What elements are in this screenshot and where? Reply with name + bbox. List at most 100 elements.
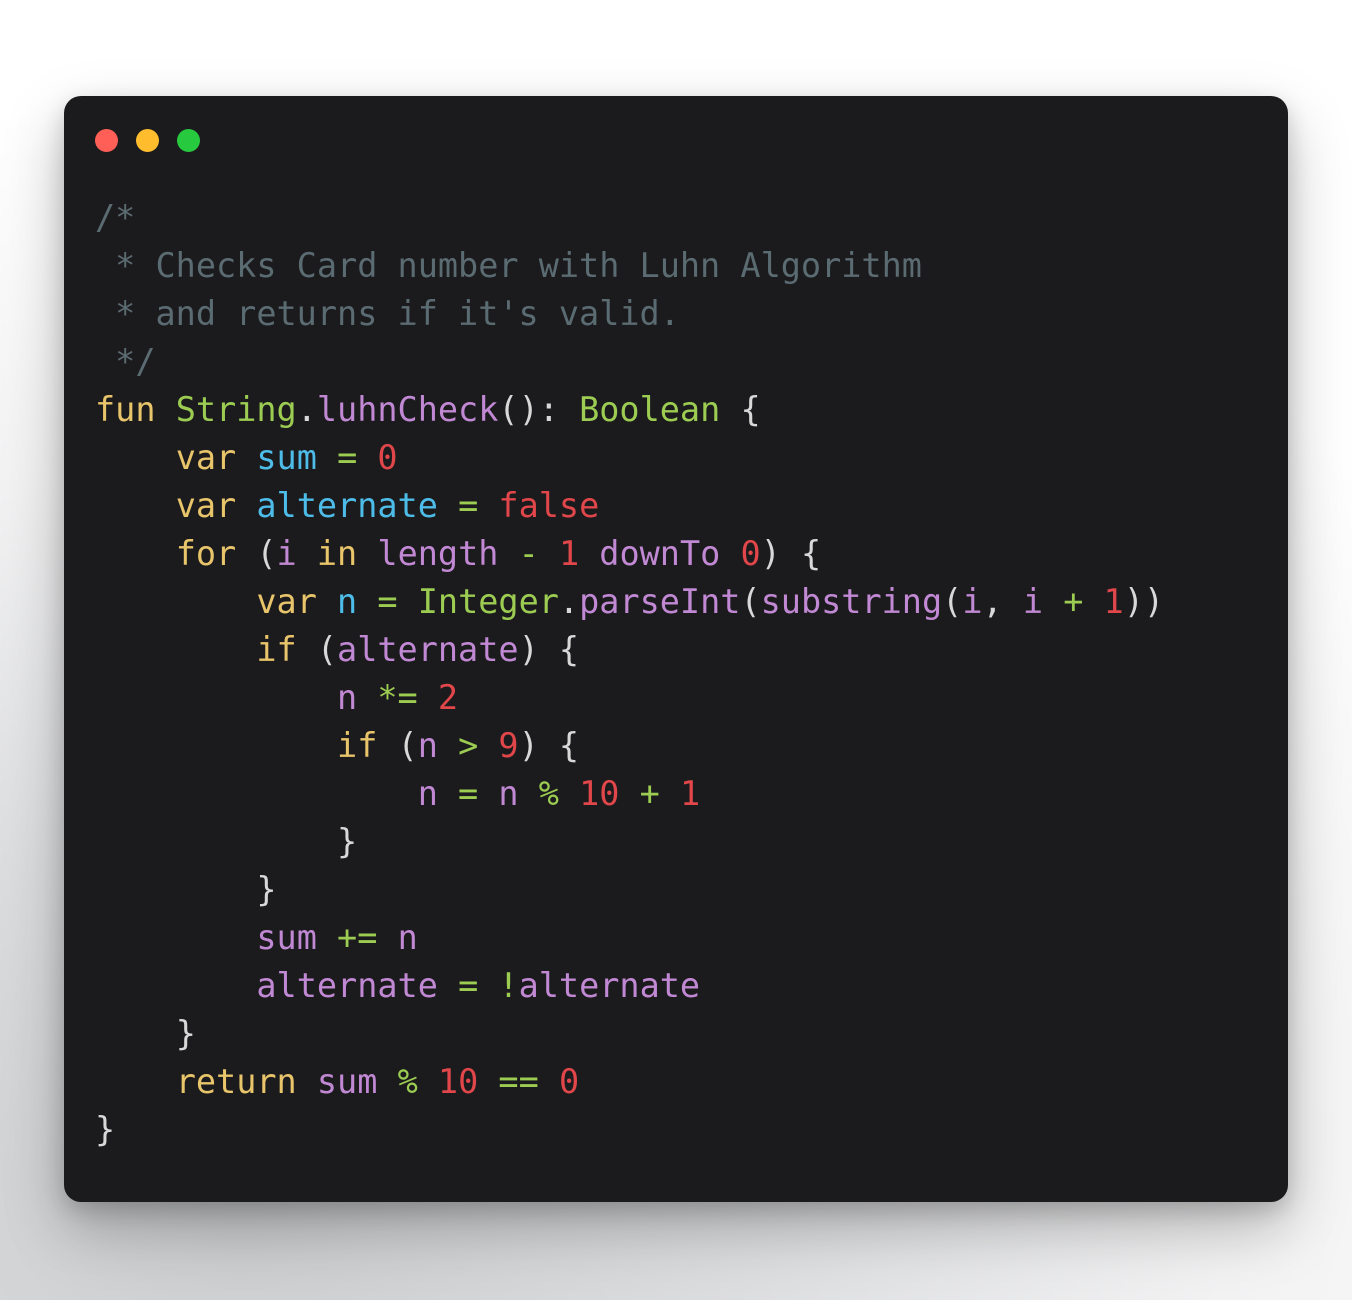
code-line: return sum % 10 == 0 bbox=[95, 1058, 1288, 1106]
maximize-window-icon[interactable] bbox=[177, 128, 200, 152]
code-token-punct: (): bbox=[498, 390, 580, 429]
code-token-op: % bbox=[538, 774, 559, 813]
minimize-window-icon[interactable] bbox=[136, 128, 159, 152]
screenshot-canvas: /* * Checks Card number with Luhn Algori… bbox=[0, 0, 1352, 1300]
code-token-punct: { bbox=[720, 390, 761, 429]
code-token-op: - bbox=[518, 534, 539, 573]
code-token-keyword: if bbox=[337, 726, 378, 765]
code-token-punct: )) bbox=[1123, 582, 1165, 621]
code-token-func: luhnCheck bbox=[316, 390, 499, 429]
code-token-keyword: var bbox=[175, 486, 237, 525]
code-token-punct: ( bbox=[740, 582, 761, 621]
code-token-op: + bbox=[1063, 582, 1084, 621]
code-token-keyword: if bbox=[256, 630, 297, 669]
code-token-num: 0 bbox=[740, 534, 761, 573]
code-token-num: 10 bbox=[437, 1062, 479, 1101]
code-token-ident: n bbox=[397, 918, 418, 957]
code-token-punct: ( bbox=[236, 534, 277, 573]
code-token-func: substring bbox=[760, 582, 943, 621]
code-token-num: 0 bbox=[558, 1062, 580, 1101]
code-token-func: parseInt bbox=[579, 582, 741, 621]
code-token-punct: ) { bbox=[518, 726, 580, 765]
code-token-op: += bbox=[337, 918, 378, 957]
code-block[interactable]: /* * Checks Card number with Luhn Algori… bbox=[64, 184, 1288, 1202]
code-token-num: 2 bbox=[437, 678, 459, 717]
code-line: } bbox=[95, 1106, 1288, 1154]
code-token-op: = bbox=[377, 582, 398, 621]
code-token-comment: * and returns if it's valid. bbox=[95, 294, 680, 333]
code-token-keyword: var bbox=[175, 438, 237, 477]
code-line: * and returns if it's valid. bbox=[95, 290, 1288, 338]
code-token-op: *= bbox=[377, 678, 418, 717]
code-token-punct: . bbox=[296, 390, 317, 429]
code-line: */ bbox=[95, 338, 1288, 386]
code-line: n = n % 10 + 1 bbox=[95, 770, 1288, 818]
code-token-ident: sum bbox=[316, 1062, 378, 1101]
close-window-icon[interactable] bbox=[95, 128, 118, 152]
code-line: for (i in length - 1 downTo 0) { bbox=[95, 530, 1288, 578]
code-line: } bbox=[95, 818, 1288, 866]
code-token-num: 10 bbox=[579, 774, 620, 813]
code-token-keyword: for bbox=[175, 534, 237, 573]
code-token-op: % bbox=[397, 1062, 418, 1101]
code-token-punct: ) { bbox=[518, 630, 580, 669]
code-token-op: ! bbox=[498, 966, 519, 1005]
code-line: if (alternate) { bbox=[95, 626, 1288, 674]
code-token-op: > bbox=[458, 726, 479, 765]
code-token-punct: } bbox=[175, 1014, 196, 1053]
code-token-ident: n bbox=[337, 678, 358, 717]
code-token-num: 1 bbox=[558, 534, 580, 573]
code-token-ident: i bbox=[276, 534, 297, 573]
code-token-punct: . bbox=[558, 582, 580, 621]
window-titlebar bbox=[64, 96, 1288, 184]
code-token-keyword: return bbox=[175, 1062, 297, 1101]
code-token-type: String bbox=[175, 390, 297, 429]
code-token-punct: } bbox=[95, 1110, 116, 1149]
code-token-ident: i bbox=[962, 582, 983, 621]
code-line: sum += n bbox=[95, 914, 1288, 962]
code-token-ident: alternate bbox=[256, 966, 438, 1005]
code-token-num: 1 bbox=[1103, 582, 1124, 621]
code-line: n *= 2 bbox=[95, 674, 1288, 722]
code-token-keyword: var bbox=[256, 582, 317, 621]
code-token-op: == bbox=[498, 1062, 539, 1101]
code-line: } bbox=[95, 1010, 1288, 1058]
code-window: /* * Checks Card number with Luhn Algori… bbox=[64, 96, 1288, 1202]
code-line: } bbox=[95, 866, 1288, 914]
code-token-num: 0 bbox=[377, 438, 398, 477]
code-token-comment: /* bbox=[95, 198, 136, 237]
code-token-comment: * Checks Card number with Luhn Algorithm bbox=[95, 246, 922, 285]
